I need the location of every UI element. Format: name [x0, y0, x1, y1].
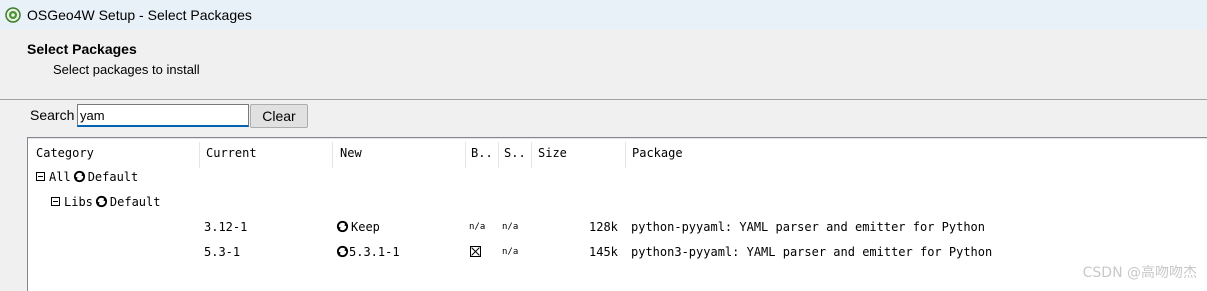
page-title: Select Packages — [27, 41, 137, 57]
new-action[interactable]: Keep — [336, 214, 380, 239]
title-bar: OSGeo4W Setup - Select Packages — [0, 0, 1207, 30]
cycle-icon[interactable] — [336, 245, 349, 258]
header-panel: Select Packages Select packages to insta… — [0, 30, 1207, 100]
osgeo4w-logo-icon — [5, 7, 21, 23]
search-input[interactable] — [77, 104, 249, 127]
search-row: Search Clear — [0, 100, 1207, 136]
tree-label-libs: Libs — [64, 194, 93, 209]
binary-checkbox[interactable] — [470, 246, 481, 257]
cycle-icon[interactable] — [73, 170, 86, 183]
cycle-icon[interactable] — [95, 195, 108, 208]
tree-row-all[interactable]: All Default — [28, 164, 1207, 189]
collapse-icon[interactable] — [51, 197, 60, 206]
new-action[interactable]: 5.3.1-1 — [336, 239, 400, 264]
package-row[interactable]: 3.12-1 Keep n/a n/a 128k python-pyyaml: … — [28, 214, 1207, 239]
binary-cell: n/a — [469, 221, 486, 232]
page-subtitle: Select packages to install — [53, 62, 200, 77]
size-cell: 145k — [589, 244, 618, 259]
tree-action-libs[interactable]: Default — [110, 195, 161, 209]
current-version: 3.12-1 — [204, 219, 248, 234]
tree-row-libs[interactable]: Libs Default — [28, 189, 1207, 214]
tree-label-all: All — [49, 169, 71, 184]
collapse-icon[interactable] — [36, 172, 45, 181]
current-version: 5.3-1 — [204, 244, 241, 259]
new-action-label[interactable]: 5.3.1-1 — [349, 245, 400, 259]
package-name: python-pyyaml: YAML parser and emitter f… — [631, 219, 986, 234]
source-cell: n/a — [502, 246, 519, 257]
list-border — [28, 138, 1207, 139]
clear-button[interactable]: Clear — [250, 104, 308, 128]
package-row[interactable]: 5.3-1 5.3.1-1 n/a 145k python3-pyyaml: Y… — [28, 239, 1207, 264]
watermark: CSDN @高吻吻杰 — [1082, 265, 1197, 281]
source-cell: n/a — [502, 221, 519, 232]
size-cell: 128k — [589, 219, 618, 234]
package-name: python3-pyyaml: YAML parser and emitter … — [631, 244, 993, 259]
search-label: Search — [30, 107, 75, 123]
cycle-icon[interactable] — [336, 220, 349, 233]
new-action-label[interactable]: Keep — [351, 220, 380, 234]
binary-cell[interactable] — [470, 239, 481, 264]
window-title: OSGeo4W Setup - Select Packages — [27, 7, 252, 23]
package-list[interactable]: Category Current New B.. S.. Size Packag… — [27, 137, 1207, 291]
tree-action-all[interactable]: Default — [88, 170, 139, 184]
